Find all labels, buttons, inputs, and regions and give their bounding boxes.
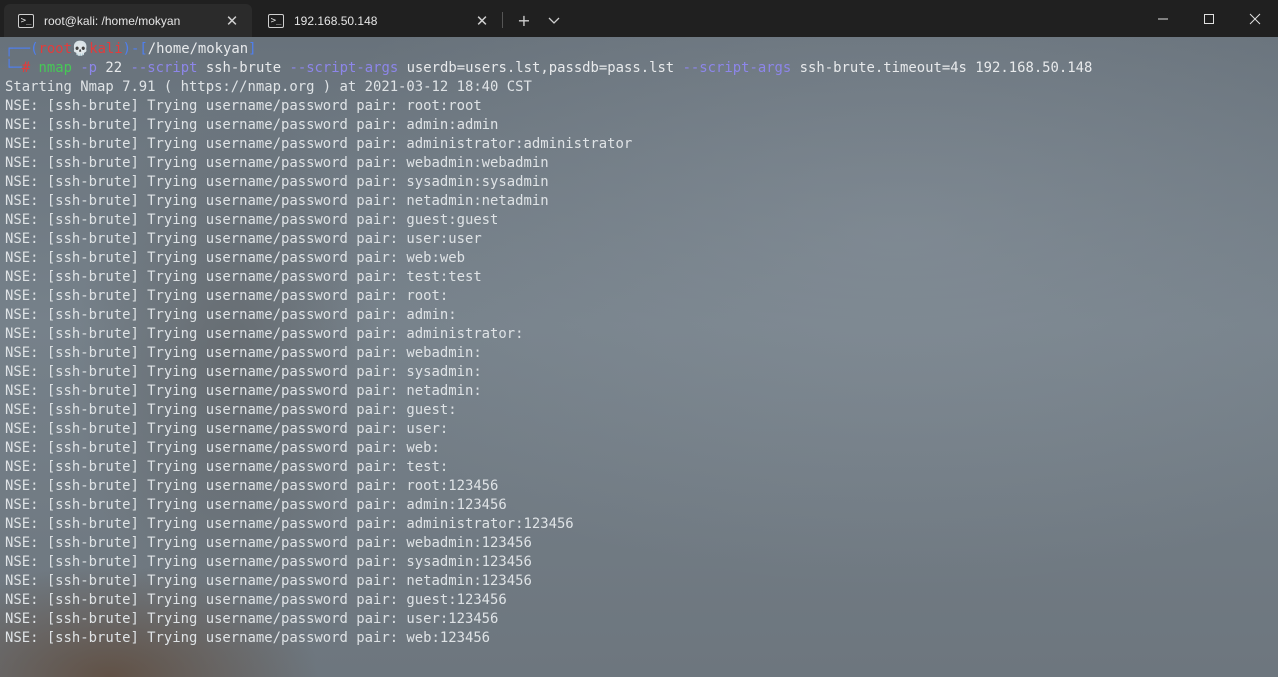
tab-title: root@kali: /home/mokyan: [44, 13, 181, 28]
output-line: NSE: [ssh-brute] Trying username/passwor…: [5, 326, 524, 342]
tab-divider: [502, 12, 503, 28]
prompt-corner: ┌──(: [5, 41, 39, 57]
output-line: NSE: [ssh-brute] Trying username/passwor…: [5, 592, 507, 608]
command-arg: 22: [105, 60, 123, 76]
output-line: NSE: [ssh-brute] Trying username/passwor…: [5, 193, 549, 209]
skull-icon: 💀: [71, 41, 90, 57]
command-arg: userdb=users.lst,passdb=pass.lst: [406, 60, 675, 76]
close-icon[interactable]: ✕: [472, 11, 492, 31]
prompt-user: root: [38, 41, 72, 57]
output-line: NSE: [ssh-brute] Trying username/passwor…: [5, 459, 449, 475]
output-line: NSE: [ssh-brute] Trying username/passwor…: [5, 117, 499, 133]
command-arg: ssh-brute.timeout=4s 192.168.50.148: [799, 60, 1093, 76]
output-line: NSE: [ssh-brute] Trying username/passwor…: [5, 421, 449, 437]
close-window-button[interactable]: [1232, 0, 1278, 37]
prompt-hash: #: [21, 60, 31, 76]
command-flag: -p: [80, 60, 98, 76]
prompt-host: kali: [89, 41, 123, 57]
terminal-window: >_ root@kali: /home/mokyan ✕ >_ 192.168.…: [0, 0, 1278, 677]
powershell-icon: >_: [18, 13, 34, 28]
tab-title: 192.168.50.148: [294, 13, 378, 28]
command-program: nmap: [38, 60, 72, 76]
title-bar: >_ root@kali: /home/mokyan ✕ >_ 192.168.…: [0, 0, 1278, 37]
minimize-icon: [1158, 18, 1168, 19]
prompt-bracket: )-[: [122, 41, 148, 57]
output-line: NSE: [ssh-brute] Trying username/passwor…: [5, 402, 457, 418]
tab-root-kali[interactable]: >_ root@kali: /home/mokyan ✕: [4, 4, 252, 37]
chevron-down-icon: [548, 17, 560, 24]
output-line: NSE: [ssh-brute] Trying username/passwor…: [5, 174, 549, 190]
output-line: NSE: [ssh-brute] Trying username/passwor…: [5, 497, 507, 513]
output-line: NSE: [ssh-brute] Trying username/passwor…: [5, 307, 457, 323]
output-line: NSE: [ssh-brute] Trying username/passwor…: [5, 98, 482, 114]
tab-remote-host[interactable]: >_ 192.168.50.148 ✕: [254, 4, 502, 37]
maximize-button[interactable]: [1186, 0, 1232, 37]
window-controls: [1140, 0, 1278, 37]
command-arg: ssh-brute: [205, 60, 282, 76]
command-flag: --script: [130, 60, 198, 76]
output-line: NSE: [ssh-brute] Trying username/passwor…: [5, 630, 491, 646]
output-line: NSE: [ssh-brute] Trying username/passwor…: [5, 383, 482, 399]
output-line: NSE: [ssh-brute] Trying username/passwor…: [5, 516, 574, 532]
output-line: NSE: [ssh-brute] Trying username/passwor…: [5, 535, 532, 551]
tab-dropdown-button[interactable]: [539, 4, 569, 37]
prompt-bracket: ]: [248, 41, 257, 57]
minimize-button[interactable]: [1140, 0, 1186, 37]
output-line: NSE: [ssh-brute] Trying username/passwor…: [5, 364, 482, 380]
output-line: NSE: [ssh-brute] Trying username/passwor…: [5, 345, 482, 361]
output-line: NSE: [ssh-brute] Trying username/passwor…: [5, 478, 499, 494]
output-line: NSE: [ssh-brute] Trying username/passwor…: [5, 573, 532, 589]
output-line: NSE: [ssh-brute] Trying username/passwor…: [5, 440, 440, 456]
output-line: NSE: [ssh-brute] Trying username/passwor…: [5, 212, 499, 228]
new-tab-button[interactable]: +: [509, 4, 539, 37]
output-line: NSE: [ssh-brute] Trying username/passwor…: [5, 250, 465, 266]
command-flag: --script-args: [289, 60, 399, 76]
output-line: NSE: [ssh-brute] Trying username/passwor…: [5, 136, 633, 152]
close-icon[interactable]: ✕: [222, 11, 242, 31]
close-icon: [1249, 13, 1261, 24]
prompt-path: /home/mokyan: [147, 41, 249, 57]
output-line: NSE: [ssh-brute] Trying username/passwor…: [5, 611, 499, 627]
terminal-lines: ┌──(root💀kali)-[/home/mokyan] └─# nmap -…: [5, 40, 1278, 648]
output-line: NSE: [ssh-brute] Trying username/passwor…: [5, 554, 532, 570]
command-flag: --script-args: [682, 60, 792, 76]
output-line: NSE: [ssh-brute] Trying username/passwor…: [5, 288, 449, 304]
output-line: NSE: [ssh-brute] Trying username/passwor…: [5, 231, 482, 247]
prompt-line: ┌──(root💀kali)-[/home/mokyan]: [5, 40, 1278, 59]
prompt-corner: └─: [5, 60, 22, 76]
powershell-icon: >_: [268, 13, 284, 28]
maximize-icon: [1204, 13, 1214, 24]
output-line: NSE: [ssh-brute] Trying username/passwor…: [5, 155, 549, 171]
terminal-output[interactable]: ┌──(root💀kali)-[/home/mokyan] └─# nmap -…: [0, 37, 1278, 677]
output-line: NSE: [ssh-brute] Trying username/passwor…: [5, 269, 482, 285]
command-line: └─# nmap -p 22 --script ssh-brute --scri…: [5, 59, 1278, 78]
nmap-start-line: Starting Nmap 7.91 ( https://nmap.org ) …: [5, 79, 532, 95]
